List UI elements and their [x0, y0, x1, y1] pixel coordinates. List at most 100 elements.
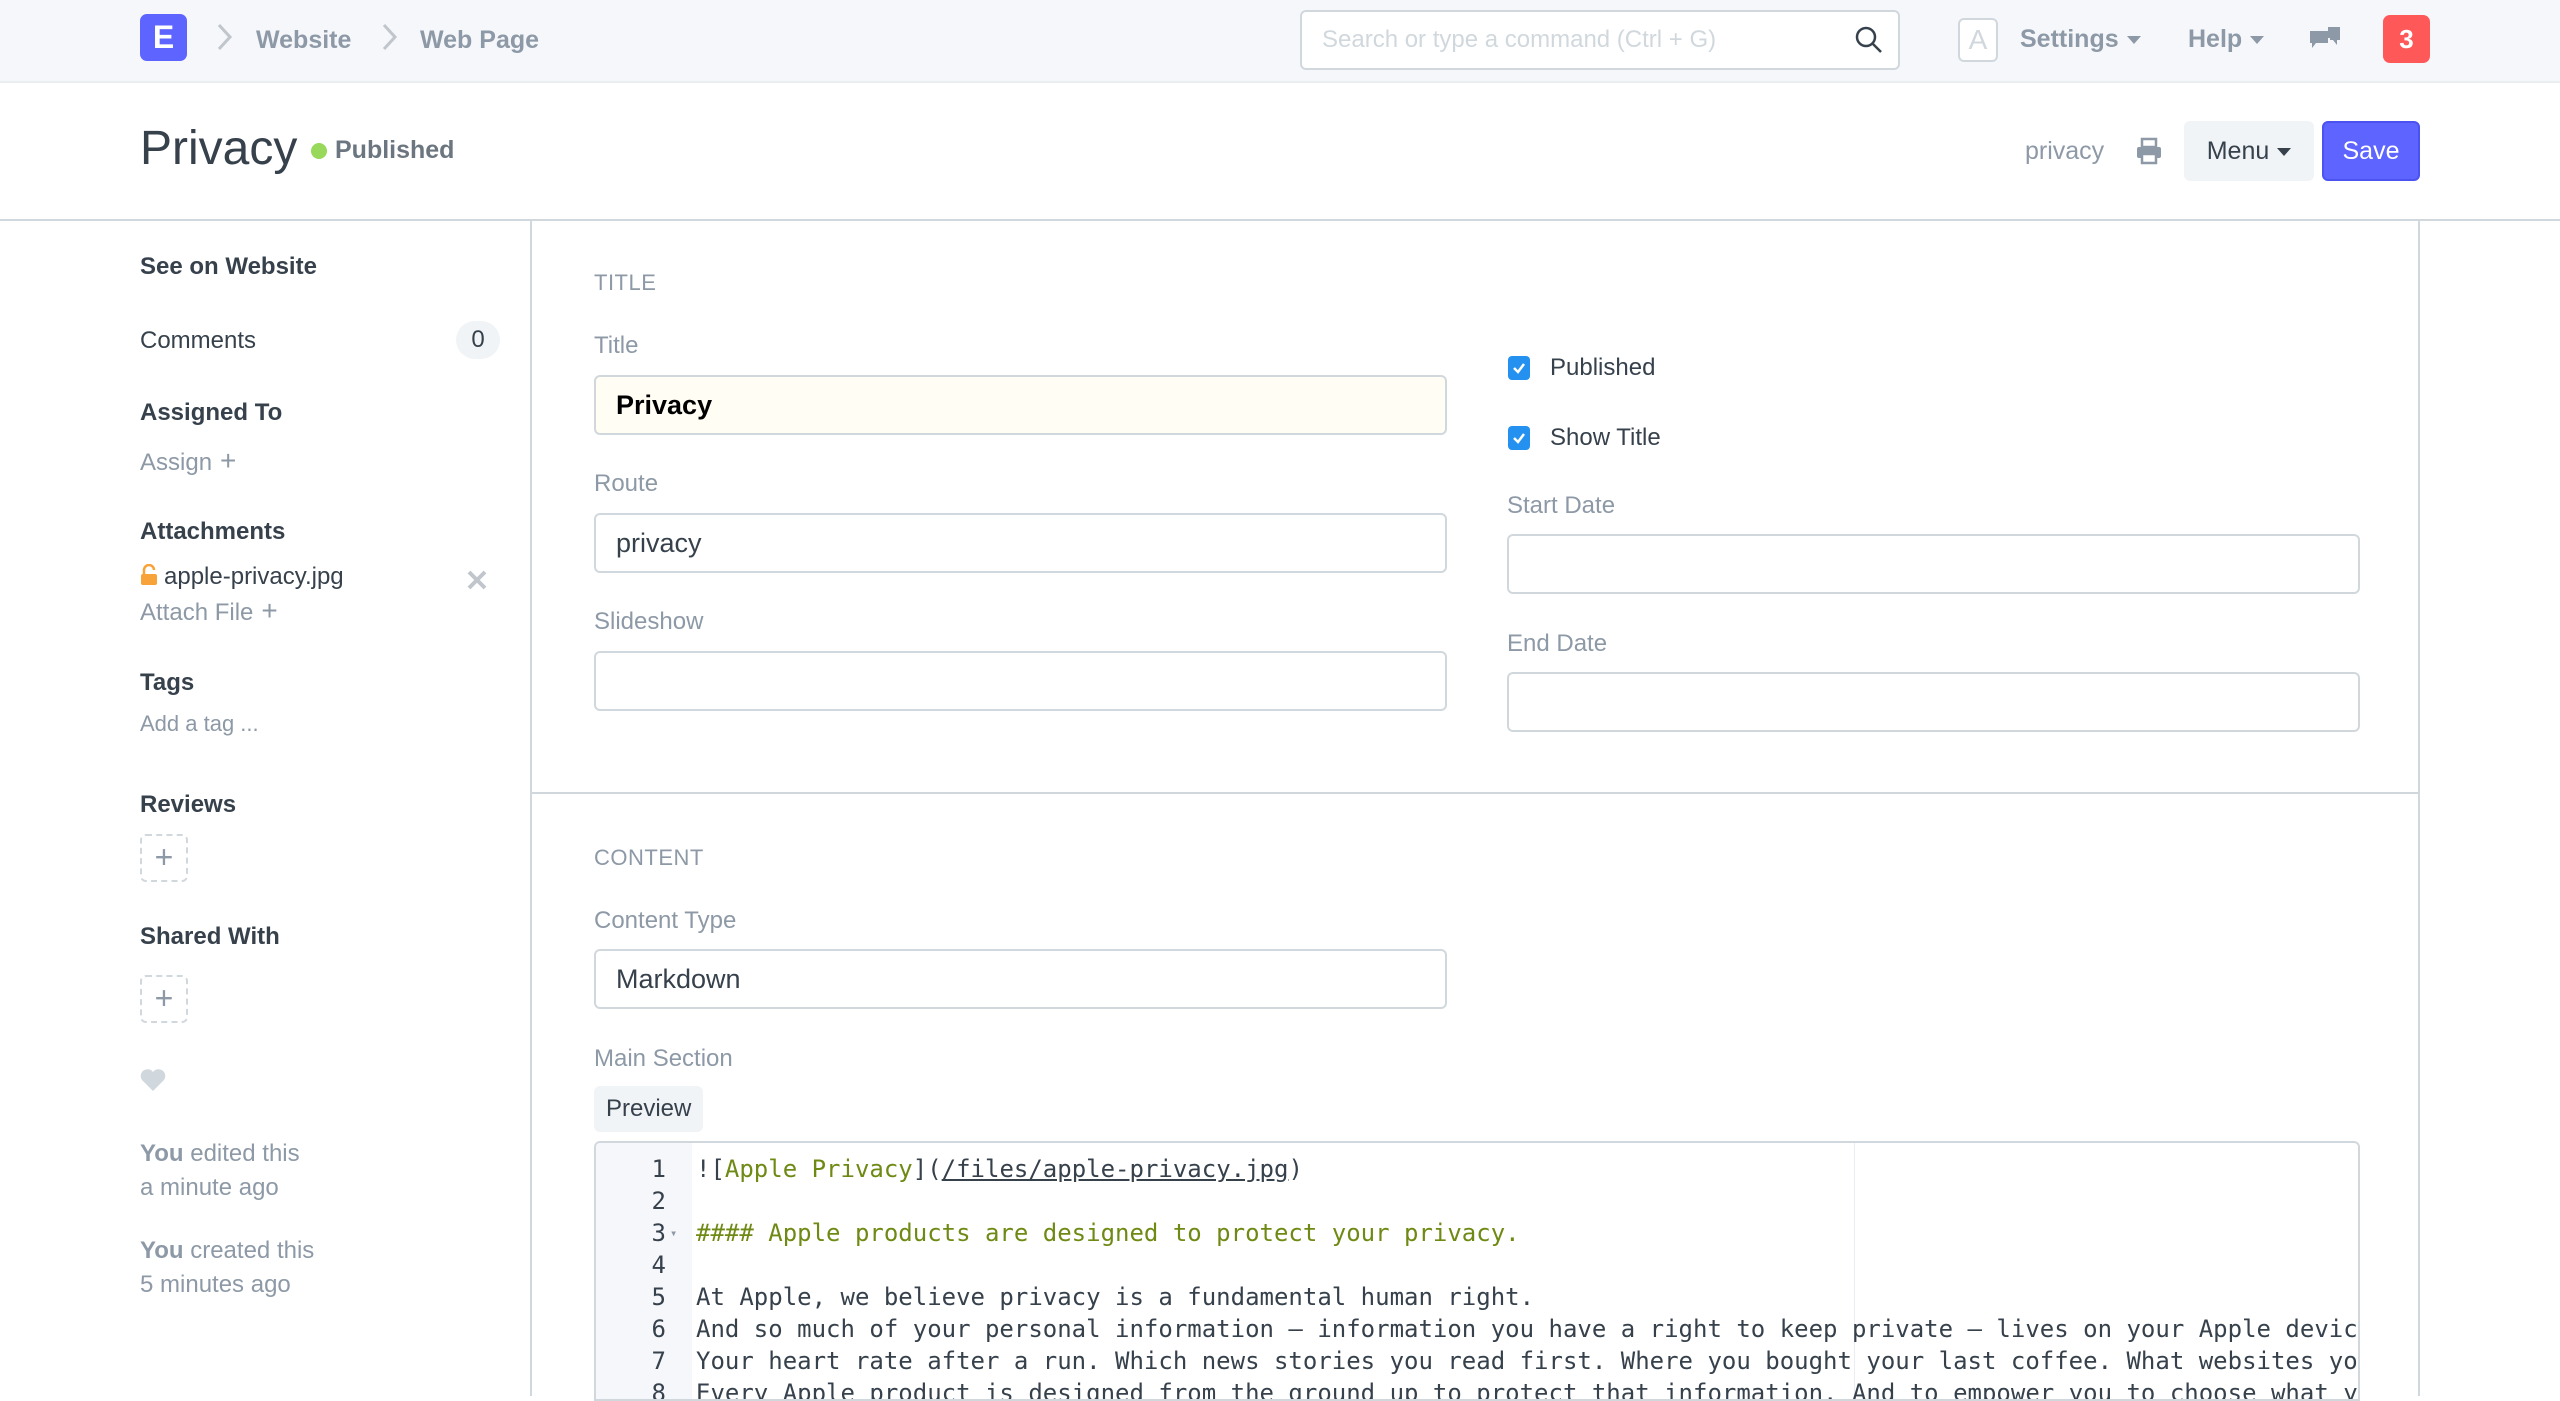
reviews-heading: Reviews [140, 791, 237, 818]
fold-arrow-icon[interactable]: ▾ [670, 1217, 677, 1249]
attachment-item[interactable]: apple-privacy.jpg [140, 563, 344, 591]
code-line[interactable]: 8 Every Apple product is designed from th… [596, 1377, 2358, 1401]
code-line[interactable]: 1 ![Apple Privacy](/files/apple-privacy.j… [596, 1153, 2358, 1185]
end-date-input[interactable] [1507, 672, 2360, 732]
search-input[interactable] [1322, 12, 1842, 68]
code-text: And so much of your personal information… [696, 1313, 2358, 1345]
code-text: ![Apple Privacy](/files/apple-privacy.jp… [696, 1153, 1303, 1185]
title-input[interactable] [594, 375, 1447, 435]
slideshow-label: Slideshow [594, 608, 704, 635]
title-label: Title [594, 332, 639, 359]
code-text: At Apple, we believe privacy is a fundam… [696, 1281, 1534, 1313]
status-indicator-dot [311, 143, 327, 159]
print-icon[interactable] [2135, 137, 2163, 165]
code-line[interactable]: 7 Your heart rate after a run. Which news… [596, 1345, 2358, 1377]
attach-file-label: Attach File [140, 599, 254, 626]
code-line[interactable]: 5 At Apple, we believe privacy is a funda… [596, 1281, 2358, 1313]
menu-label: Menu [2206, 136, 2270, 165]
comments-count-badge: 0 [456, 321, 500, 359]
show-title-checkbox-row[interactable]: Show Title [1508, 424, 1661, 452]
code-token-link: /files/apple-privacy.jpg [941, 1155, 1289, 1183]
notifications-badge[interactable]: 3 [2383, 15, 2430, 63]
help-dropdown[interactable]: Help [2188, 22, 2265, 56]
add-review-button[interactable]: + [140, 834, 188, 882]
route-input[interactable] [594, 513, 1447, 573]
comments-label[interactable]: Comments [140, 327, 256, 355]
chat-icon[interactable] [2308, 25, 2342, 57]
slideshow-input[interactable] [594, 651, 1447, 711]
section-heading-title: TITLE [594, 270, 657, 295]
see-on-website-link[interactable]: See on Website [140, 253, 317, 281]
line-number: 1 [651, 1155, 666, 1183]
code-text: Every Apple product is designed from the… [696, 1377, 2358, 1399]
form-sidebar: See on Website Comments 0 Assigned To As… [140, 221, 530, 1396]
code-token-plain: Your heart rate after a run. Which news … [696, 1347, 2360, 1375]
code-token-plain: ]( [912, 1155, 942, 1183]
breadcrumb-website[interactable]: Website [256, 24, 351, 56]
plus-icon: + [154, 980, 174, 1016]
code-text: Your heart rate after a run. Which news … [696, 1345, 2360, 1377]
content-type-label: Content Type [594, 907, 737, 934]
assign-button[interactable]: Assign + [140, 445, 236, 477]
route-link[interactable]: privacy [2025, 134, 2104, 168]
add-share-button[interactable]: + [140, 975, 188, 1023]
app-logo[interactable]: E [140, 14, 187, 61]
timeline-item-created: You created this 5 minutes ago [140, 1234, 314, 1302]
start-date-label: Start Date [1507, 492, 1616, 519]
code-text: #### Apple products are designed to prot… [696, 1217, 1520, 1249]
editor-lines: 1 ![Apple Privacy](/files/apple-privacy.j… [596, 1153, 2358, 1401]
code-token-plain: ) [1288, 1155, 1303, 1183]
line-number: 4 [651, 1251, 666, 1279]
attachment-filename: apple-privacy.jpg [164, 563, 344, 590]
code-line[interactable]: 2 [596, 1185, 2358, 1217]
heart-icon[interactable] [140, 1068, 166, 1092]
caret-down-icon [2126, 36, 2141, 45]
save-button[interactable]: Save [2322, 121, 2420, 181]
timeline-item-edited: You edited this a minute ago [140, 1137, 300, 1205]
breadcrumb-web-page[interactable]: Web Page [420, 24, 539, 56]
code-line[interactable]: 6 And so much of your personal informatio… [596, 1313, 2358, 1345]
timeline-action: edited this [190, 1140, 300, 1167]
help-label: Help [2188, 25, 2243, 53]
code-line[interactable]: 3 ▾ #### Apple products are designed to pr… [596, 1217, 2358, 1249]
content-type-select[interactable] [594, 949, 1447, 1009]
tags-heading: Tags [140, 669, 195, 696]
line-number: 8 [651, 1379, 666, 1401]
code-token-plain: ![ [696, 1155, 725, 1183]
code-token-plain: And so much of your personal information… [696, 1315, 2358, 1343]
search-box [1300, 10, 1900, 70]
line-number: 5 [651, 1283, 666, 1311]
line-number: 6 [651, 1315, 666, 1343]
preview-button[interactable]: Preview [594, 1086, 704, 1132]
page-header: Privacy Published privacy Menu Save [0, 85, 2560, 221]
attach-file-button[interactable]: Attach File + [140, 595, 278, 627]
published-label: Published [1550, 354, 1656, 381]
markdown-code-editor[interactable]: 1 ![Apple Privacy](/files/apple-privacy.j… [594, 1141, 2360, 1401]
start-date-input[interactable] [1507, 534, 2360, 594]
remove-attachment-icon[interactable] [465, 568, 489, 592]
timeline-actor: You [140, 1140, 184, 1167]
unlock-icon [140, 563, 158, 586]
form-card: TITLE Title Route Slideshow Published Sh… [530, 221, 2420, 1401]
menu-button[interactable]: Menu [2184, 121, 2314, 181]
shared-with-heading: Shared With [140, 923, 280, 950]
published-checkbox[interactable] [1508, 356, 1530, 380]
show-title-checkbox[interactable] [1508, 426, 1530, 450]
search-icon[interactable] [1854, 25, 1884, 55]
line-number: 7 [651, 1347, 666, 1375]
end-date-label: End Date [1507, 630, 1608, 657]
plus-icon: + [261, 595, 278, 626]
add-tag-input[interactable]: Add a tag ... [140, 711, 259, 737]
settings-dropdown[interactable]: Settings [2020, 22, 2141, 56]
timeline-actor: You [140, 1237, 184, 1264]
code-line[interactable]: 4 [596, 1249, 2358, 1281]
section-heading-content: CONTENT [594, 845, 704, 870]
timeline-time: a minute ago [140, 1174, 279, 1201]
section-divider [532, 792, 2418, 794]
published-checkbox-row[interactable]: Published [1508, 354, 1655, 382]
line-number: 3 [651, 1219, 666, 1247]
navbar: E Website Web Page A Settings Help 3 [0, 0, 2560, 83]
attachments-heading: Attachments [140, 518, 286, 545]
line-number: 2 [651, 1187, 666, 1215]
user-avatar[interactable]: A [1958, 18, 1998, 62]
